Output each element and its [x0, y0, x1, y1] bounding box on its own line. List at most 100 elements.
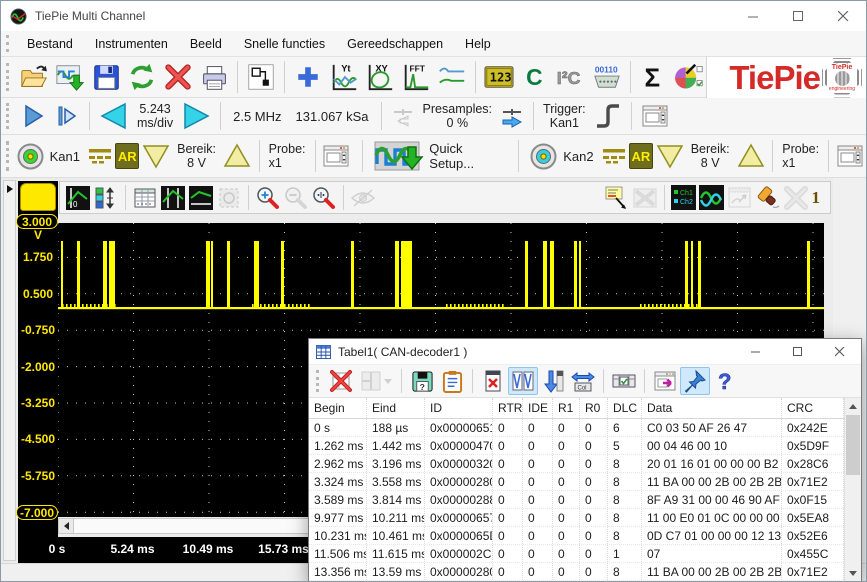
quick-setup-label[interactable]: Quick Setup...	[427, 141, 508, 171]
table-view-button[interactable]	[131, 184, 159, 212]
column-header[interactable]: Begin	[309, 398, 367, 418]
presamples-dec-button[interactable]	[387, 102, 419, 130]
quick-setup-button[interactable]	[373, 142, 427, 170]
table-close-button[interactable]	[819, 339, 861, 365]
table-maximize-button[interactable]	[777, 339, 819, 365]
trigger-slope-button[interactable]	[590, 102, 626, 130]
graph-fft-button[interactable]: FFT	[398, 59, 434, 95]
y-axis-label[interactable]: -7.000	[16, 505, 58, 520]
scroll-down-button[interactable]	[845, 565, 861, 582]
save-button[interactable]	[88, 59, 124, 95]
table-row[interactable]: 0 s188 µs0x0000065100006C0 03 50 AF 26 4…	[309, 419, 844, 437]
channel1-autorange-button[interactable]: AR	[115, 143, 139, 169]
column-header[interactable]: IDE	[523, 398, 553, 418]
maximize-button[interactable]	[776, 1, 821, 31]
can-table[interactable]: BeginEindIDRTRIDER1R0DLCDataCRC0 s188 µs…	[309, 398, 844, 582]
graph-lines-button[interactable]	[434, 59, 470, 95]
table-layout-button[interactable]	[356, 367, 396, 395]
channel1-range-down-button[interactable]	[139, 142, 173, 170]
axis-offset-button[interactable]: 0	[64, 184, 92, 212]
zoom-reset-button[interactable]	[310, 184, 338, 212]
table-sort-button[interactable]	[538, 367, 568, 395]
menu-item[interactable]: Snelle functies	[233, 31, 336, 56]
table-export-button[interactable]	[650, 367, 680, 395]
trace-colors-button[interactable]	[698, 184, 726, 212]
can-decoder-button[interactable]: C	[517, 59, 553, 95]
zoom-in-button[interactable]	[254, 184, 282, 212]
table-row[interactable]: 9.977 ms10.211 ms0x000006570000811 00 E0…	[309, 509, 844, 527]
colors-settings-button[interactable]	[672, 59, 708, 95]
table-pin-button[interactable]	[680, 367, 710, 395]
table-row[interactable]: 3.324 ms3.558 ms0x000002800000811 BA 00 …	[309, 473, 844, 491]
print-button[interactable]	[196, 59, 232, 95]
add-comment-button[interactable]	[603, 184, 631, 212]
object-tree-button[interactable]	[243, 59, 279, 95]
table-title-bar[interactable]: Tabel1( CAN-decoder1 )	[309, 339, 861, 365]
menu-item[interactable]: Bestand	[16, 31, 84, 56]
channel1-enable-button[interactable]	[16, 142, 45, 170]
scroll-up-button[interactable]	[845, 398, 861, 415]
column-header[interactable]: Data	[642, 398, 782, 418]
scope-settings-button[interactable]	[637, 102, 673, 130]
table-copy-button[interactable]	[437, 367, 467, 395]
table-row[interactable]: 1.262 ms1.442 ms0x000004700000500 04 46 …	[309, 437, 844, 455]
table-save-button[interactable]: ?	[407, 367, 437, 395]
channel1-settings-button[interactable]	[320, 142, 352, 170]
column-header[interactable]: ID	[425, 398, 493, 418]
table-minimize-button[interactable]	[735, 339, 777, 365]
column-header[interactable]: DLC	[608, 398, 642, 418]
presamples-inc-button[interactable]	[496, 102, 528, 130]
y-axis-label[interactable]: 3.000	[16, 214, 58, 229]
menu-item[interactable]: Beeld	[179, 31, 233, 56]
channel1-coupling-button[interactable]	[85, 142, 115, 170]
column-header[interactable]: Eind	[367, 398, 425, 418]
background-image-button[interactable]	[631, 184, 659, 212]
table-validate-button[interactable]	[609, 367, 639, 395]
delete-button[interactable]	[160, 59, 196, 95]
open-button[interactable]	[16, 59, 52, 95]
export-graph-button[interactable]	[726, 184, 754, 212]
legend-button[interactable]: Ch1 Ch2	[670, 184, 698, 212]
table-v-scrollbar[interactable]	[844, 398, 861, 582]
table-row[interactable]: 10.231 ms10.461 ms0x0000065D000080D C7 0…	[309, 527, 844, 545]
table-remove-column-button[interactable]	[478, 367, 508, 395]
erase-button[interactable]	[754, 184, 782, 212]
channel2-range-down-button[interactable]	[653, 142, 687, 170]
channel1-range-up-button[interactable]	[220, 142, 254, 170]
sum-math-button[interactable]: Σ	[636, 59, 672, 95]
menu-item[interactable]: Help	[454, 31, 502, 56]
graph-xy-button[interactable]: XY	[362, 59, 398, 95]
serial-decoder-button[interactable]: 00110	[589, 59, 625, 95]
table-row[interactable]: 3.589 ms3.814 ms0x00000288000088F A9 31 …	[309, 491, 844, 509]
close-button[interactable]	[821, 1, 866, 31]
table-header-row[interactable]: BeginEindIDRTRIDER1R0DLCDataCRC	[309, 398, 844, 419]
column-header[interactable]: R0	[580, 398, 608, 418]
save-data-button[interactable]	[52, 59, 88, 95]
table-row[interactable]: 11.506 ms11.615 ms0x000002C300001070x455…	[309, 545, 844, 563]
horizontal-cursors-button[interactable]	[187, 184, 215, 212]
zoom-window-button[interactable]	[215, 184, 243, 212]
table-show-signals-button[interactable]	[508, 367, 538, 395]
column-header[interactable]: RTR	[493, 398, 523, 418]
v-scrollbar-thumb[interactable]	[846, 415, 860, 475]
panel-collapse-strip[interactable]	[3, 180, 16, 561]
column-header[interactable]: CRC	[782, 398, 844, 418]
zoom-out-button[interactable]	[282, 184, 310, 212]
channel2-range-up-button[interactable]	[734, 142, 768, 170]
timebase-slower-button[interactable]	[95, 102, 133, 130]
table-help-button[interactable]: ?	[710, 367, 740, 395]
oneshot-button[interactable]	[50, 102, 84, 130]
channel2-settings-button[interactable]	[834, 142, 866, 170]
scroll-left-button[interactable]	[58, 518, 74, 534]
channel2-coupling-button[interactable]	[599, 142, 629, 170]
visibility-button[interactable]	[349, 184, 377, 212]
refresh-button[interactable]	[124, 59, 160, 95]
start-button[interactable]	[16, 102, 50, 130]
table-column-width-button[interactable]: Col	[568, 367, 598, 395]
minimize-button[interactable]	[731, 1, 776, 31]
menu-item[interactable]: Instrumenten	[84, 31, 179, 56]
y-axis-scrollbar-thumb[interactable]	[20, 183, 56, 211]
meter-button[interactable]: 123	[481, 59, 517, 95]
channel2-enable-button[interactable]	[529, 142, 558, 170]
graph-yt-button[interactable]: Yt	[326, 59, 362, 95]
